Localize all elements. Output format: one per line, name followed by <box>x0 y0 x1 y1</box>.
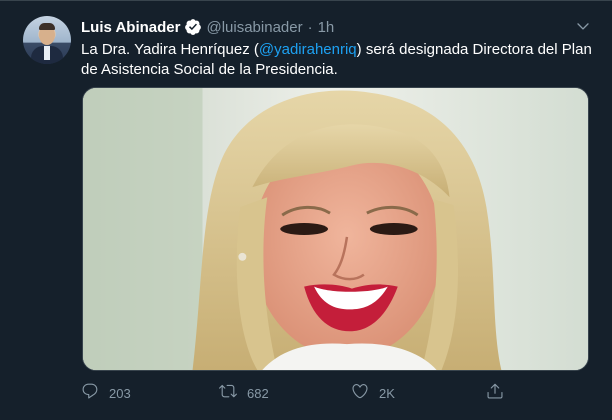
author-handle[interactable]: @luisabinader <box>206 19 302 36</box>
retweet-icon <box>219 382 237 405</box>
share-icon <box>486 382 504 405</box>
avatar[interactable] <box>23 16 71 64</box>
retweet-count: 682 <box>247 385 269 401</box>
reply-button[interactable]: 203 <box>81 382 131 404</box>
divider <box>0 0 612 1</box>
like-button[interactable]: 2K <box>351 382 395 404</box>
reply-icon <box>81 382 99 405</box>
tweet-header: Luis Abinader @luisabinader · 1h <box>81 17 334 37</box>
tweet-timestamp[interactable]: 1h <box>318 19 335 36</box>
tweet-text: La Dra. Yadira Henríquez (@yadirahenriq)… <box>81 40 596 80</box>
retweet-button[interactable]: 682 <box>219 382 269 404</box>
avatar-shirt <box>44 46 50 60</box>
author-name[interactable]: Luis Abinader <box>81 19 180 36</box>
chevron-down-icon[interactable] <box>575 18 591 34</box>
share-button[interactable] <box>486 382 504 404</box>
portrait-photo <box>83 88 588 370</box>
reply-count: 203 <box>109 385 131 401</box>
mention-link[interactable]: @yadirahenriq <box>259 41 357 58</box>
avatar-hair <box>39 23 55 30</box>
tweet-actions: 203 682 2K <box>81 382 521 404</box>
tweet-image[interactable] <box>82 87 589 371</box>
tweet-card[interactable]: Luis Abinader @luisabinader · 1h La Dra.… <box>0 0 612 420</box>
tweet-text-start: La Dra. Yadira Henríquez ( <box>81 41 259 58</box>
heart-icon <box>351 382 369 405</box>
separator-dot: · <box>307 18 313 36</box>
verified-badge-icon <box>184 18 202 36</box>
like-count: 2K <box>379 385 395 401</box>
